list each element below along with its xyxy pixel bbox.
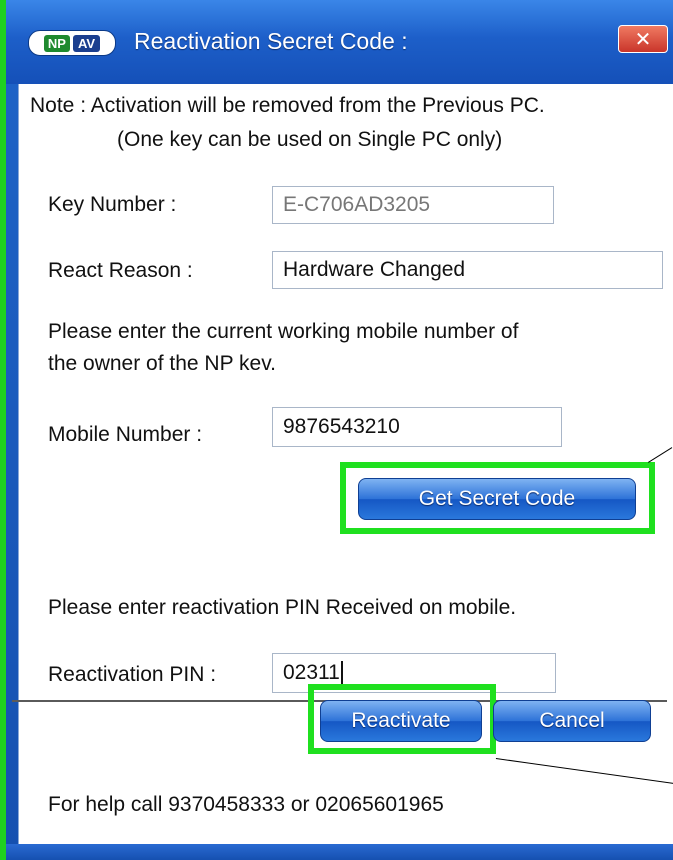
react-reason-value: Hardware Changed [283,258,466,281]
title-bar[interactable]: NP AV Reactivation Secret Code : ✕ [6,0,673,84]
logo-np-text: NP [43,34,70,52]
react-reason-label: React Reason : [48,259,193,282]
key-number-label: Key Number : [48,193,177,216]
logo-av-text: AV [72,34,101,52]
close-icon: ✕ [634,28,652,51]
cancel-button[interactable]: Cancel [493,700,651,742]
window-bottom-border [6,844,673,860]
note-line-1: Note : Activation will be removed from t… [30,94,545,117]
reactivation-pin-value: 02311 [283,661,340,684]
pin-prompt: Please enter reactivation PIN Received o… [48,596,517,619]
key-number-value: E-C706AD3205 [283,193,431,216]
reactivation-pin-label: Reactivation PIN : [48,663,217,686]
highlight-reactivate [308,684,496,754]
window-title: Reactivation Secret Code : [134,28,408,54]
mobile-number-label: Mobile Number : [48,423,203,446]
text-caret [340,661,343,685]
cancel-label: Cancel [539,709,605,732]
mobile-number-value: 9876543210 [283,415,400,438]
key-number-field: E-C706AD3205 [272,186,554,224]
mobile-prompt-line-1: Please enter the current working mobile … [48,320,519,343]
highlight-get-secret-code [340,462,655,534]
close-button[interactable]: ✕ [618,25,668,53]
mobile-number-field[interactable]: 9876543210 [272,407,562,447]
mobile-prompt-line-2: the owner of the NP kev. [48,352,277,375]
help-text: For help call 9370458333 or 02065601965 [48,793,444,816]
note-line-2: (One key can be used on Single PC only) [117,128,503,151]
react-reason-field[interactable]: Hardware Changed [272,251,663,289]
np-av-logo: NP AV [28,30,116,56]
